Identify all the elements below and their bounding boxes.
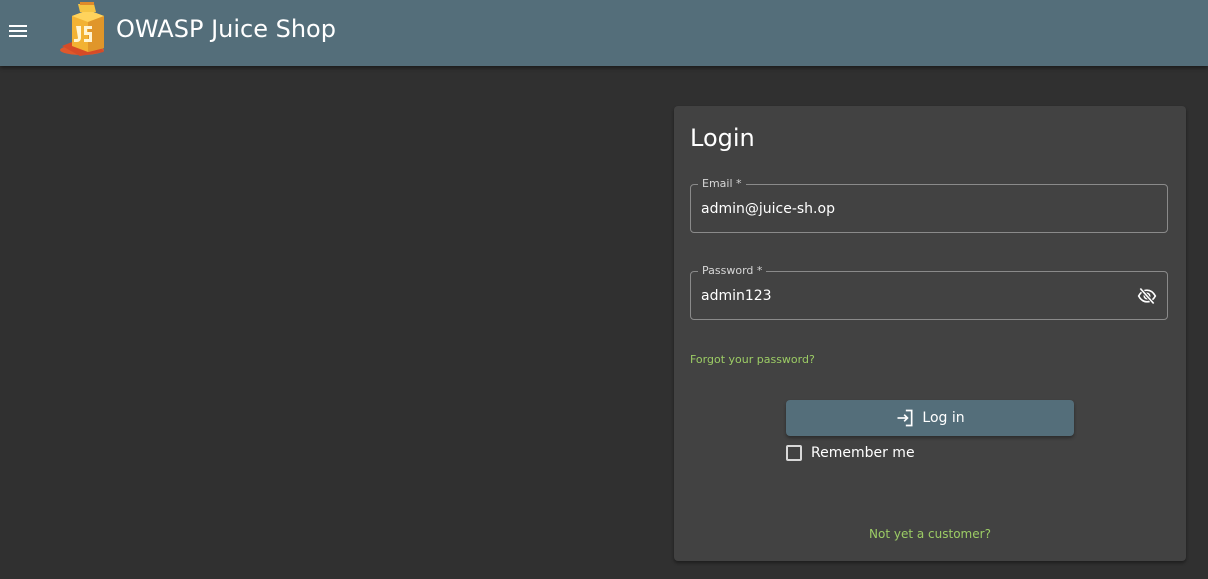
top-toolbar: OWASP Juice Shop <box>0 0 1208 66</box>
email-field[interactable] <box>701 185 1121 232</box>
page-title: Login <box>690 124 755 152</box>
juice-shop-logo[interactable] <box>58 2 110 58</box>
login-icon <box>897 409 913 427</box>
login-button[interactable]: Log in <box>786 400 1074 436</box>
login-button-label: Log in <box>922 410 965 426</box>
checkbox-box[interactable] <box>786 445 802 461</box>
remember-me-label[interactable]: Remember me <box>811 445 915 461</box>
remember-me-checkbox[interactable]: Remember me <box>786 444 915 462</box>
menu-icon[interactable] <box>4 13 32 47</box>
password-field-container: Password * <box>690 264 1168 320</box>
forgot-password-link[interactable]: Forgot your password? <box>690 353 815 366</box>
visibility-off-icon[interactable] <box>1137 286 1157 306</box>
register-link[interactable]: Not yet a customer? <box>674 527 1186 541</box>
password-field[interactable] <box>701 272 1121 319</box>
app-title[interactable]: OWASP Juice Shop <box>116 14 336 44</box>
email-field-container: Email * <box>690 177 1168 233</box>
login-card: Login Email * Password * Forgot your pas… <box>674 106 1186 561</box>
